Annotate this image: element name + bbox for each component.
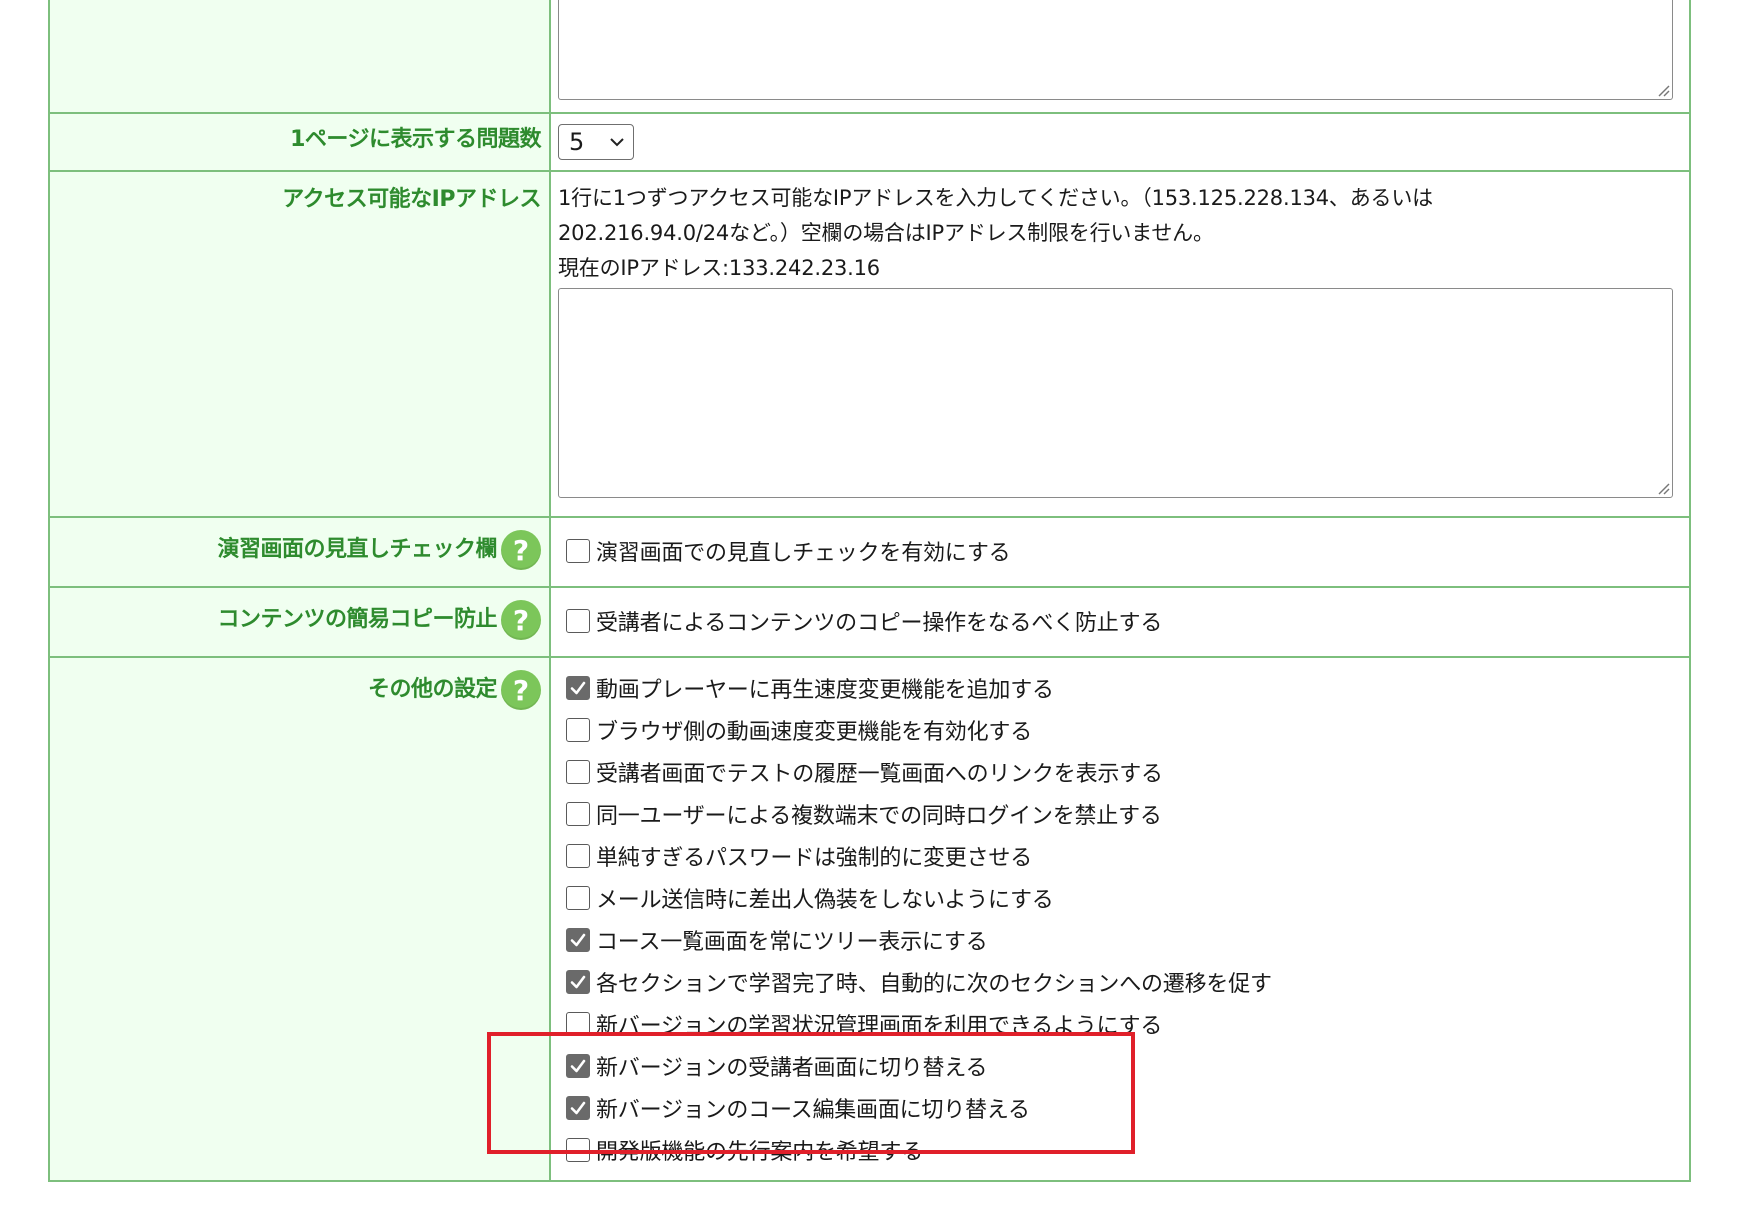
option-checkbox[interactable]	[566, 1012, 590, 1036]
option-checkbox[interactable]	[566, 886, 590, 910]
other-settings-option[interactable]: 各セクションで学習完了時、自動的に次のセクションへの遷移を促す	[558, 961, 1673, 1003]
checkmark-icon	[570, 1101, 586, 1115]
copy-protection-option[interactable]: 受講者によるコンテンツのコピー操作をなるべく防止する	[558, 600, 1673, 642]
chevron-down-icon	[610, 138, 624, 147]
other-settings-option[interactable]: 単純すぎるパスワードは強制的に変更させる	[558, 835, 1673, 877]
ip-description-line1: 1行に1つずつアクセス可能なIPアドレスを入力してください。（153.125.2…	[558, 186, 1433, 210]
row-review-check: 演習画面の見直しチェック欄 ? 演習画面での見直しチェックを有効にする	[48, 516, 1691, 588]
row-copy-protection: コンテンツの簡易コピー防止 ? 受講者によるコンテンツのコピー操作をなるべく防止…	[48, 586, 1691, 658]
label-cell-other: その他の設定 ?	[48, 656, 551, 1182]
option-checkbox[interactable]	[566, 928, 590, 952]
checkmark-icon	[570, 681, 586, 695]
label-cell-top	[48, 0, 551, 114]
option-label: 同一ユーザーによる複数端末での同時ログインを禁止する	[596, 804, 1162, 829]
top-textarea[interactable]	[558, 0, 1673, 100]
other-settings-option[interactable]: ブラウザ側の動画速度変更機能を有効化する	[558, 709, 1673, 751]
option-label: ブラウザ側の動画速度変更機能を有効化する	[596, 720, 1033, 745]
option-label: 動画プレーヤーに再生速度変更機能を追加する	[596, 678, 1054, 703]
other-settings-option[interactable]: 受講者画面でテストの履歴一覧画面へのリンクを表示する	[558, 751, 1673, 793]
other-settings-option[interactable]: 新バージョンのコース編集画面に切り替える	[558, 1087, 1673, 1129]
label-cell-copy: コンテンツの簡易コピー防止 ?	[48, 586, 551, 658]
ip-label: アクセス可能なIPアドレス	[282, 187, 541, 212]
other-settings-option[interactable]: コース一覧画面を常にツリー表示にする	[558, 919, 1673, 961]
option-checkbox[interactable]	[566, 970, 590, 994]
copy-protection-label: コンテンツの簡易コピー防止	[217, 607, 497, 632]
other-settings-option[interactable]: 動画プレーヤーに再生速度変更機能を追加する	[558, 667, 1673, 709]
other-settings-label: その他の設定	[367, 677, 498, 702]
other-settings-option[interactable]: 同一ユーザーによる複数端末での同時ログインを禁止する	[558, 793, 1673, 835]
other-settings-options: 動画プレーヤーに再生速度変更機能を追加する ブラウザ側の動画速度変更機能を有効化す…	[558, 667, 1673, 1171]
label-cell-review: 演習画面の見直しチェック欄 ?	[48, 516, 551, 588]
copy-protection-option-label: 受講者によるコンテンツのコピー操作をなるべく防止する	[596, 611, 1163, 636]
per-page-select[interactable]: 5	[558, 124, 634, 160]
value-cell-per-page: 5	[549, 112, 1691, 172]
option-label: 新バージョンの学習状況管理画面を利用できるようにする	[596, 1014, 1163, 1039]
per-page-label: 1ページに表示する問題数	[290, 127, 541, 152]
help-icon[interactable]: ?	[501, 530, 541, 570]
option-checkbox[interactable]	[566, 1054, 590, 1078]
checkmark-icon	[570, 1059, 586, 1073]
option-label: メール送信時に差出人偽装をしないようにする	[596, 888, 1054, 913]
option-label: 各セクションで学習完了時、自動的に次のセクションへの遷移を促す	[596, 972, 1272, 997]
ip-address-textarea[interactable]	[558, 288, 1673, 498]
row-per-page: 1ページに表示する問題数 5	[48, 112, 1691, 172]
row-top-textarea	[48, 0, 1691, 114]
help-icon[interactable]: ?	[501, 670, 541, 710]
value-cell-other: 動画プレーヤーに再生速度変更機能を追加する ブラウザ側の動画速度変更機能を有効化す…	[549, 656, 1691, 1182]
option-checkbox[interactable]	[566, 760, 590, 784]
option-checkbox[interactable]	[566, 676, 590, 700]
label-cell-ip: アクセス可能なIPアドレス	[48, 170, 551, 518]
value-cell-review: 演習画面での見直しチェックを有効にする	[549, 516, 1691, 588]
settings-table: 1ページに表示する問題数 5 アクセス可能なIPアドレス 1行に1つずつアクセス…	[48, 0, 1691, 1182]
checkmark-icon	[570, 975, 586, 989]
option-label: 単純すぎるパスワードは強制的に変更させる	[596, 846, 1033, 871]
option-checkbox[interactable]	[566, 802, 590, 826]
review-check-label: 演習画面の見直しチェック欄	[217, 537, 497, 562]
option-label: 開発版機能の先行案内を希望する	[596, 1140, 924, 1165]
other-settings-option[interactable]: 新バージョンの受講者画面に切り替える	[558, 1045, 1673, 1087]
review-check-option-label: 演習画面での見直しチェックを有効にする	[596, 541, 1011, 566]
option-label: 受講者画面でテストの履歴一覧画面へのリンクを表示する	[596, 762, 1163, 787]
review-check-option[interactable]: 演習画面での見直しチェックを有効にする	[558, 530, 1673, 572]
option-label: コース一覧画面を常にツリー表示にする	[596, 930, 988, 955]
value-cell-top	[549, 0, 1691, 114]
option-checkbox[interactable]	[566, 1138, 590, 1162]
other-settings-option[interactable]: 開発版機能の先行案内を希望する	[558, 1129, 1673, 1171]
other-settings-option[interactable]: 新バージョンの学習状況管理画面を利用できるようにする	[558, 1003, 1673, 1045]
ip-description-line2: 202.216.94.0/24など。）空欄の場合はIPアドレス制限を行いません。	[558, 221, 1214, 245]
settings-page: 1ページに表示する問題数 5 アクセス可能なIPアドレス 1行に1つずつアクセス…	[0, 0, 1742, 1228]
option-label: 新バージョンのコース編集画面に切り替える	[596, 1098, 1030, 1123]
current-ip-text: 現在のIPアドレス:133.242.23.16	[558, 256, 880, 280]
row-other-settings: その他の設定 ? 動画プレーヤーに再生速度変更機能を追加する ブラウザ側の動画速度…	[48, 656, 1691, 1182]
per-page-selected-value: 5	[569, 128, 585, 156]
label-cell-per-page: 1ページに表示する問題数	[48, 112, 551, 172]
option-checkbox[interactable]	[566, 718, 590, 742]
help-icon[interactable]: ?	[501, 600, 541, 640]
option-label: 新バージョンの受講者画面に切り替える	[596, 1056, 988, 1081]
value-cell-copy: 受講者によるコンテンツのコピー操作をなるべく防止する	[549, 586, 1691, 658]
option-checkbox[interactable]	[566, 1096, 590, 1120]
copy-protection-checkbox[interactable]	[566, 609, 590, 633]
option-checkbox[interactable]	[566, 844, 590, 868]
row-ip-address: アクセス可能なIPアドレス 1行に1つずつアクセス可能なIPアドレスを入力してく…	[48, 170, 1691, 518]
value-cell-ip: 1行に1つずつアクセス可能なIPアドレスを入力してください。（153.125.2…	[549, 170, 1691, 518]
other-settings-option[interactable]: メール送信時に差出人偽装をしないようにする	[558, 877, 1673, 919]
checkmark-icon	[570, 933, 586, 947]
review-check-checkbox[interactable]	[566, 539, 590, 563]
